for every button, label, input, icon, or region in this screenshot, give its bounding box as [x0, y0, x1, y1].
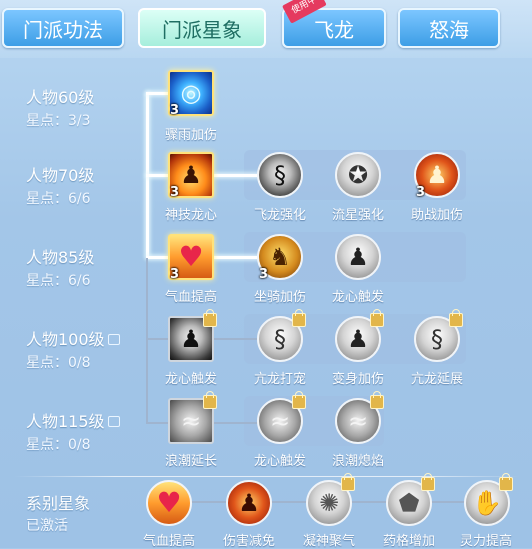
- star-points: 星点：0/8: [26, 355, 91, 371]
- lock-icon: [449, 309, 463, 327]
- connector-line: [212, 256, 260, 259]
- level-title: 人物70级: [26, 166, 95, 185]
- star-points: 星点：6/6: [26, 191, 91, 207]
- star-node[interactable]: ♥ 3: [168, 234, 214, 282]
- lock-icon: [292, 391, 306, 409]
- node-label: 骤雨加伤: [164, 128, 217, 143]
- lock-icon: [341, 473, 355, 491]
- star-panel: 门派功法 门派星象 使用中 飞龙 怒海 人物60级 星点：3/3 人物70级 星…: [0, 0, 532, 549]
- star-node[interactable]: ♟: [335, 234, 381, 280]
- star-node[interactable]: ✪: [335, 152, 381, 198]
- node-label: 气血提高: [142, 534, 195, 549]
- tab-label: 怒海: [429, 17, 469, 42]
- node-label: 气血提高: [164, 290, 217, 305]
- lock-icon: [203, 309, 217, 327]
- node-label: 浪潮延长: [164, 454, 217, 469]
- tab-sect-skills[interactable]: 门派功法: [2, 8, 124, 48]
- star-node[interactable]: ◎ 3: [168, 70, 214, 118]
- star-node-locked[interactable]: §: [414, 309, 463, 362]
- connector-line: [212, 174, 260, 177]
- star-node[interactable]: ♟ 3: [168, 152, 214, 200]
- connector-line: [146, 92, 168, 95]
- lock-icon: [370, 391, 384, 409]
- series-node[interactable]: ♟: [226, 480, 272, 526]
- connector-line: [146, 422, 168, 424]
- node-label: 亢龙延展: [410, 372, 463, 387]
- series-node[interactable]: ♥: [146, 480, 192, 526]
- lock-icon: [203, 391, 217, 409]
- connector-line: [146, 258, 148, 424]
- connector-line: [146, 174, 168, 177]
- series-node-locked[interactable]: ⬟: [386, 473, 435, 526]
- node-label: 灵力提高: [459, 534, 512, 549]
- lock-icon: [292, 309, 306, 327]
- lock-icon: [107, 334, 120, 345]
- node-label: 神技龙心: [164, 208, 217, 223]
- star-node-locked[interactable]: ≈: [168, 391, 217, 444]
- star-points: 星点：6/6: [26, 273, 91, 289]
- fire-figure-icon: ♟: [226, 480, 272, 526]
- node-label: 伤害减免: [222, 534, 275, 549]
- dragon-icon: §: [257, 152, 303, 198]
- tab-bar: 门派功法 门派星象 使用中 飞龙 怒海: [0, 0, 532, 58]
- node-label: 龙心触发: [253, 454, 306, 469]
- series-node-locked[interactable]: ✺: [306, 473, 355, 526]
- connector-line: [146, 256, 168, 259]
- star-node-locked[interactable]: ≈: [335, 391, 384, 444]
- level-title-locked: 人物115级: [26, 408, 120, 432]
- lock-icon: [370, 309, 384, 327]
- divider: [14, 476, 520, 477]
- node-label: 坐骑加伤: [253, 290, 306, 305]
- node-label: 飞龙强化: [253, 208, 306, 223]
- node-label: 亢龙打宠: [253, 372, 306, 387]
- connector-line: [212, 422, 260, 424]
- level-title: 人物85级: [26, 248, 95, 267]
- connector-line: [212, 338, 260, 340]
- lock-icon: [421, 473, 435, 491]
- star-node[interactable]: ♟ 3: [414, 152, 460, 200]
- node-label: 变身加伤: [331, 372, 384, 387]
- lock-icon: [499, 473, 513, 491]
- node-label: 助战加伤: [410, 208, 463, 223]
- tab-feilong[interactable]: 使用中 飞龙: [282, 0, 386, 48]
- star-count: 3: [170, 103, 180, 118]
- series-status: 已激活: [26, 518, 68, 534]
- level-title: 人物60级: [26, 88, 95, 107]
- star-node-locked[interactable]: §: [257, 309, 306, 362]
- heart-icon: ♥: [146, 480, 192, 526]
- star-node[interactable]: ♞ 3: [257, 234, 303, 282]
- tab-label: 门派星象: [162, 17, 242, 42]
- level-title-locked: 人物100级: [26, 326, 120, 350]
- meteor-icon: ✪: [335, 152, 381, 198]
- star-node[interactable]: §: [257, 152, 303, 198]
- star-points: 星点：3/3: [26, 113, 91, 129]
- node-label: 药格增加: [382, 534, 435, 549]
- node-label: 龙心触发: [164, 372, 217, 387]
- star-count: 3: [416, 185, 426, 200]
- node-label: 流星强化: [331, 208, 384, 223]
- node-label: 凝神聚气: [302, 534, 355, 549]
- star-node-locked[interactable]: ≈: [257, 391, 306, 444]
- star-count: 3: [170, 267, 180, 282]
- connector-line: [146, 338, 168, 340]
- star-count: 3: [259, 267, 269, 282]
- figure-icon: ♟: [335, 234, 381, 280]
- level-title: 人物100级: [26, 330, 105, 349]
- node-label: 龙心触发: [331, 290, 384, 305]
- tab-label: 门派功法: [23, 17, 103, 42]
- series-node-locked[interactable]: ✋: [464, 473, 513, 526]
- star-points: 星点：0/8: [26, 437, 91, 453]
- node-label: 浪潮熄焰: [331, 454, 384, 469]
- lock-icon: [107, 416, 120, 427]
- tab-sect-stars[interactable]: 门派星象: [138, 8, 266, 48]
- tab-label: 飞龙: [314, 17, 354, 42]
- star-node-locked[interactable]: ♟: [168, 309, 217, 362]
- series-title: 系别星象: [26, 494, 91, 513]
- level-title: 人物115级: [26, 412, 105, 431]
- star-count: 3: [170, 185, 180, 200]
- star-node-locked[interactable]: ♟: [335, 309, 384, 362]
- tab-nuhai[interactable]: 怒海: [398, 8, 500, 48]
